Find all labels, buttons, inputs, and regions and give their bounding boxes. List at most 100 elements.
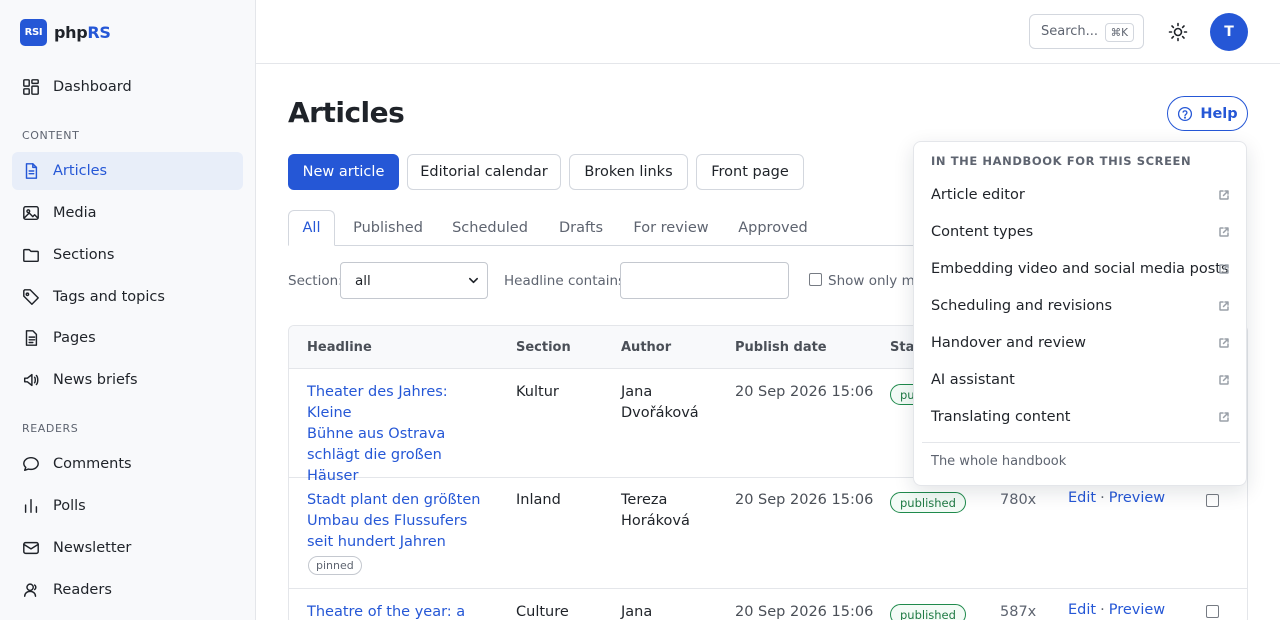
column-header-author[interactable]: Author <box>621 340 671 355</box>
sidebar-item-tags[interactable]: Tags and topics <box>12 278 243 316</box>
publish-date-cell: 20 Sep 2026 15:06 <box>735 384 874 400</box>
editorial-calendar-button[interactable]: Editorial calendar <box>407 154 561 190</box>
headline-link[interactable]: Theatre of the year: a <box>307 602 492 620</box>
handbook-link-article-editor[interactable]: Article editor <box>922 178 1240 212</box>
sidebar-item-dashboard[interactable]: Dashboard <box>12 68 243 106</box>
row-select-checkbox[interactable] <box>1206 605 1219 618</box>
author-line: Horáková <box>621 513 690 529</box>
sidebar-item-label: Newsletter <box>53 540 132 556</box>
handbook-link-content-types[interactable]: Content types <box>922 215 1240 249</box>
preview-link[interactable]: Preview <box>1109 490 1165 506</box>
help-popover-heading: IN THE HANDBOOK FOR THIS SCREEN <box>931 154 1192 168</box>
headline-link[interactable]: Theater des Jahres: Kleine Bühne aus Ost… <box>307 382 492 487</box>
headline-line: Umbau des Flussufers <box>307 513 468 529</box>
handbook-link-scheduling[interactable]: Scheduling and revisions <box>922 289 1240 323</box>
handbook-link-label: Content types <box>931 224 1034 240</box>
sidebar-section-readers: READERS <box>22 422 79 435</box>
external-link-icon <box>1219 227 1229 237</box>
sidebar-item-polls[interactable]: Polls <box>12 487 243 525</box>
search-button[interactable]: Search... ⌘K <box>1029 14 1144 49</box>
sidebar-item-sections[interactable]: Sections <box>12 236 243 274</box>
handbook-link-handover[interactable]: Handover and review <box>922 326 1240 360</box>
sidebar-item-comments[interactable]: Comments <box>12 445 243 483</box>
pinned-badge: pinned <box>308 556 362 575</box>
handbook-link-label: Translating content <box>931 409 1071 425</box>
sidebar: RSI phpRS Dashboard CONTENT Articles Med… <box>0 0 256 620</box>
author-cell: Jana <box>621 602 711 620</box>
table-row: Theatre of the year: a Culture Jana 20 S… <box>289 589 1247 620</box>
tab-drafts[interactable]: Drafts <box>550 210 612 246</box>
preview-link[interactable]: Preview <box>1109 602 1165 618</box>
headline-line: seit hundert Jahren <box>307 534 446 550</box>
sidebar-item-news-briefs[interactable]: News briefs <box>12 361 243 399</box>
author-line: Jana <box>621 604 653 620</box>
front-page-button[interactable]: Front page <box>696 154 804 190</box>
author-cell: Jana Dvořáková <box>621 382 711 424</box>
sidebar-item-articles[interactable]: Articles <box>12 152 243 190</box>
tab-approved[interactable]: Approved <box>730 210 816 246</box>
headline-line: Theatre of the year: a <box>307 604 466 620</box>
column-header-section[interactable]: Section <box>516 340 571 355</box>
theme-toggle-button[interactable] <box>1165 19 1191 45</box>
help-label: Help <box>1200 105 1238 122</box>
brand-name-suffix: RS <box>87 22 111 42</box>
table-row: Stadt plant den größten Umbau des Flussu… <box>289 478 1247 589</box>
help-popover: IN THE HANDBOOK FOR THIS SCREEN Article … <box>913 141 1247 486</box>
sidebar-item-label: News briefs <box>53 372 138 388</box>
search-placeholder: Search... <box>1041 24 1099 39</box>
tab-published[interactable]: Published <box>345 210 431 246</box>
handbook-link-translating[interactable]: Translating content <box>922 400 1240 434</box>
tab-for-review[interactable]: For review <box>627 210 715 246</box>
edit-link[interactable]: Edit <box>1068 490 1096 506</box>
avatar[interactable]: T <box>1210 13 1248 51</box>
sidebar-item-newsletter[interactable]: Newsletter <box>12 529 243 567</box>
handbook-link-label: Scheduling and revisions <box>931 298 1113 314</box>
handbook-link-ai-assistant[interactable]: AI assistant <box>922 363 1240 397</box>
page-icon <box>25 330 38 346</box>
sidebar-item-label: Sections <box>53 247 115 263</box>
help-button[interactable]: Help <box>1167 96 1248 131</box>
headline-link[interactable]: Stadt plant den größten Umbau des Flussu… <box>307 490 492 553</box>
sidebar-item-label: Readers <box>53 582 112 598</box>
brand[interactable]: RSI phpRS <box>20 18 111 46</box>
tab-scheduled[interactable]: Scheduled <box>445 210 535 246</box>
megaphone-icon <box>23 373 39 387</box>
external-link-icon <box>1219 264 1229 274</box>
headline-line: Stadt plant den größten <box>307 492 481 508</box>
question-circle-icon <box>1178 106 1193 121</box>
handbook-link-label: Embedding video and social media posts <box>931 261 1229 277</box>
sidebar-item-label: Tags and topics <box>53 289 165 305</box>
sidebar-item-readers[interactable]: Readers <box>12 571 243 609</box>
handbook-link-embedding[interactable]: Embedding video and social media posts <box>922 252 1240 286</box>
separator: · <box>1100 602 1105 618</box>
edit-link[interactable]: Edit <box>1068 602 1096 618</box>
headline-search-input[interactable] <box>620 262 789 299</box>
new-article-button[interactable]: New article <box>288 154 399 190</box>
sidebar-item-pages[interactable]: Pages <box>12 319 243 357</box>
sidebar-item-label: Media <box>53 205 97 221</box>
column-header-publish-date[interactable]: Publish date <box>735 340 827 355</box>
tag-icon <box>23 289 39 305</box>
row-select-checkbox[interactable] <box>1206 494 1219 507</box>
external-link-icon <box>1219 338 1229 348</box>
broken-links-button[interactable]: Broken links <box>569 154 688 190</box>
handbook-link-label: Handover and review <box>931 335 1086 351</box>
section-select[interactable]: all <box>340 262 488 299</box>
author-line: Jana <box>621 384 653 400</box>
tab-all[interactable]: All <box>288 210 335 246</box>
user-icon <box>23 583 37 598</box>
page-title: Articles <box>288 96 405 129</box>
column-header-headline[interactable]: Headline <box>307 340 372 355</box>
sidebar-section-content: CONTENT <box>22 129 80 142</box>
row-actions: Edit · Preview <box>1068 602 1165 618</box>
show-only-mine-checkbox[interactable] <box>809 273 822 286</box>
external-link-icon <box>1219 301 1229 311</box>
whole-handbook-link[interactable]: The whole handbook <box>931 454 1066 469</box>
brand-name: phpRS <box>54 23 111 42</box>
row-actions: Edit · Preview <box>1068 490 1165 506</box>
divider <box>922 442 1240 443</box>
author-line: Tereza <box>621 492 668 508</box>
sidebar-item-media[interactable]: Media <box>12 194 243 232</box>
handbook-link-label: AI assistant <box>931 372 1015 388</box>
chevron-down-icon <box>469 277 478 284</box>
